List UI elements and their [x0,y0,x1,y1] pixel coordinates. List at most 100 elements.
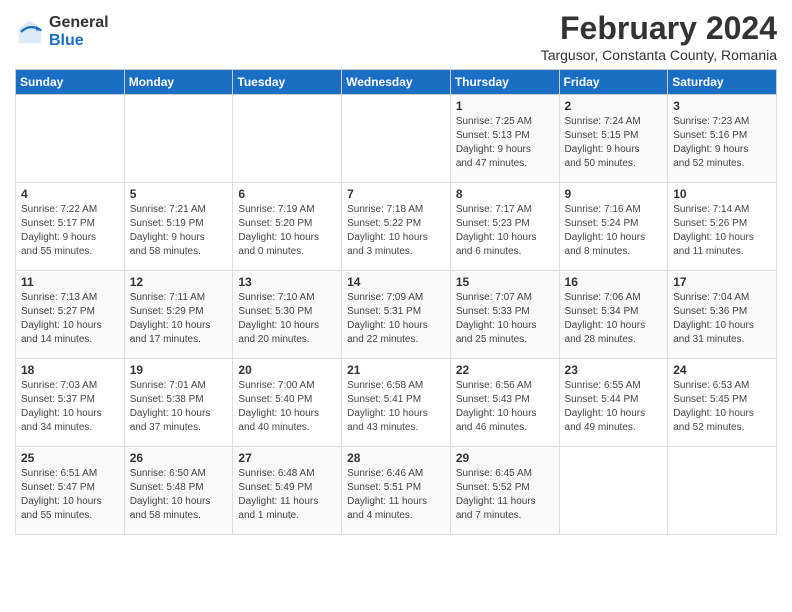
day-number: 29 [456,451,554,465]
day-info: Sunrise: 6:50 AM Sunset: 5:48 PM Dayligh… [130,467,228,523]
day-info: Sunrise: 6:53 AM Sunset: 5:45 PM Dayligh… [673,379,771,435]
logo-general-text: General [49,14,109,32]
day-number: 10 [673,187,771,201]
day-info: Sunrise: 7:00 AM Sunset: 5:40 PM Dayligh… [238,379,336,435]
calendar-cell: 3 Sunrise: 7:23 AM Sunset: 5:16 PM Daylig… [668,95,777,183]
day-number: 17 [673,275,771,289]
day-info: Sunrise: 7:21 AM Sunset: 5:19 PM Dayligh… [130,203,228,259]
day-number: 12 [130,275,228,289]
day-number: 3 [673,99,771,113]
day-info: Sunrise: 7:04 AM Sunset: 5:36 PM Dayligh… [673,291,771,347]
day-info: Sunrise: 6:58 AM Sunset: 5:41 PM Dayligh… [347,379,445,435]
calendar-cell [233,95,342,183]
calendar-cell: 28 Sunrise: 6:46 AM Sunset: 5:51 PM Dayli… [342,447,451,535]
day-number: 26 [130,451,228,465]
calendar-table: SundayMondayTuesdayWednesdayThursdayFrid… [15,69,777,535]
calendar-cell [668,447,777,535]
day-number: 7 [347,187,445,201]
day-number: 16 [565,275,663,289]
header-day-tuesday: Tuesday [233,70,342,95]
day-number: 13 [238,275,336,289]
day-number: 8 [456,187,554,201]
calendar-cell: 25 Sunrise: 6:51 AM Sunset: 5:47 PM Dayli… [16,447,125,535]
calendar-cell: 14Sunrise: 7:09 AM Sunset: 5:31 PM Dayli… [342,271,451,359]
header-row: SundayMondayTuesdayWednesdayThursdayFrid… [16,70,777,95]
day-info: Sunrise: 7:13 AM Sunset: 5:27 PM Dayligh… [21,291,119,347]
week-row-4: 18 Sunrise: 7:03 AM Sunset: 5:37 PM Dayli… [16,359,777,447]
day-number: 11 [21,275,119,289]
logo-text: General Blue [49,14,109,49]
day-info: Sunrise: 6:46 AM Sunset: 5:51 PM Dayligh… [347,467,445,523]
day-number: 22 [456,363,554,377]
day-info: Sunrise: 7:23 AM Sunset: 5:16 PM Dayligh… [673,115,771,171]
calendar-cell: 27 Sunrise: 6:48 AM Sunset: 5:49 PM Dayli… [233,447,342,535]
calendar-cell: 11 Sunrise: 7:13 AM Sunset: 5:27 PM Dayli… [16,271,125,359]
location-text: Targusor, Constanta County, Romania [541,47,777,63]
calendar-cell: 12 Sunrise: 7:11 AM Sunset: 5:29 PM Dayli… [124,271,233,359]
header-day-friday: Friday [559,70,668,95]
day-info: Sunrise: 7:14 AM Sunset: 5:26 PM Dayligh… [673,203,771,259]
day-info: Sunrise: 7:19 AM Sunset: 5:20 PM Dayligh… [238,203,336,259]
day-info: Sunrise: 6:45 AM Sunset: 5:52 PM Dayligh… [456,467,554,523]
header-day-monday: Monday [124,70,233,95]
logo-icon [15,17,45,47]
day-number: 15 [456,275,554,289]
day-info: Sunrise: 6:55 AM Sunset: 5:44 PM Dayligh… [565,379,663,435]
calendar-cell: 20 Sunrise: 7:00 AM Sunset: 5:40 PM Dayli… [233,359,342,447]
header-day-wednesday: Wednesday [342,70,451,95]
logo-blue-text: Blue [49,32,109,50]
day-info: Sunrise: 7:25 AM Sunset: 5:13 PM Dayligh… [456,115,554,171]
day-info: Sunrise: 6:48 AM Sunset: 5:49 PM Dayligh… [238,467,336,523]
day-info: Sunrise: 7:24 AM Sunset: 5:15 PM Dayligh… [565,115,663,171]
day-info: Sunrise: 6:51 AM Sunset: 5:47 PM Dayligh… [21,467,119,523]
day-info: Sunrise: 7:22 AM Sunset: 5:17 PM Dayligh… [21,203,119,259]
day-info: Sunrise: 7:11 AM Sunset: 5:29 PM Dayligh… [130,291,228,347]
day-number: 18 [21,363,119,377]
calendar-cell: 6 Sunrise: 7:19 AM Sunset: 5:20 PM Daylig… [233,183,342,271]
day-number: 28 [347,451,445,465]
day-info: Sunrise: 6:56 AM Sunset: 5:43 PM Dayligh… [456,379,554,435]
day-info: Sunrise: 7:16 AM Sunset: 5:24 PM Dayligh… [565,203,663,259]
header-day-saturday: Saturday [668,70,777,95]
day-number: 24 [673,363,771,377]
day-number: 25 [21,451,119,465]
week-row-5: 25 Sunrise: 6:51 AM Sunset: 5:47 PM Dayli… [16,447,777,535]
calendar-cell: 13 Sunrise: 7:10 AM Sunset: 5:30 PM Dayli… [233,271,342,359]
page-header: General Blue February 2024 Targusor, Con… [15,10,777,63]
calendar-cell: 15 Sunrise: 7:07 AM Sunset: 5:33 PM Dayli… [450,271,559,359]
calendar-cell: 19 Sunrise: 7:01 AM Sunset: 5:38 PM Dayli… [124,359,233,447]
calendar-cell: 10 Sunrise: 7:14 AM Sunset: 5:26 PM Dayli… [668,183,777,271]
calendar-cell [124,95,233,183]
day-number: 23 [565,363,663,377]
calendar-cell: 26 Sunrise: 6:50 AM Sunset: 5:48 PM Dayli… [124,447,233,535]
day-number: 14 [347,275,445,289]
day-info: Sunrise: 7:10 AM Sunset: 5:30 PM Dayligh… [238,291,336,347]
day-number: 9 [565,187,663,201]
day-info: Sunrise: 7:01 AM Sunset: 5:38 PM Dayligh… [130,379,228,435]
calendar-cell: 2 Sunrise: 7:24 AM Sunset: 5:15 PM Daylig… [559,95,668,183]
day-number: 19 [130,363,228,377]
day-number: 4 [21,187,119,201]
header-day-thursday: Thursday [450,70,559,95]
calendar-cell: 17 Sunrise: 7:04 AM Sunset: 5:36 PM Dayli… [668,271,777,359]
day-number: 20 [238,363,336,377]
calendar-cell: 22 Sunrise: 6:56 AM Sunset: 5:43 PM Dayli… [450,359,559,447]
day-number: 21 [347,363,445,377]
calendar-cell: 21 Sunrise: 6:58 AM Sunset: 5:41 PM Dayli… [342,359,451,447]
week-row-1: 1 Sunrise: 7:25 AM Sunset: 5:13 PM Daylig… [16,95,777,183]
calendar-cell: 18 Sunrise: 7:03 AM Sunset: 5:37 PM Dayli… [16,359,125,447]
day-number: 27 [238,451,336,465]
day-number: 2 [565,99,663,113]
logo: General Blue [15,14,109,49]
day-info: Sunrise: 7:03 AM Sunset: 5:37 PM Dayligh… [21,379,119,435]
calendar-cell: 5Sunrise: 7:21 AM Sunset: 5:19 PM Daylig… [124,183,233,271]
calendar-cell: 9 Sunrise: 7:16 AM Sunset: 5:24 PM Daylig… [559,183,668,271]
day-number: 6 [238,187,336,201]
day-info: Sunrise: 7:18 AM Sunset: 5:22 PM Dayligh… [347,203,445,259]
day-info: Sunrise: 7:07 AM Sunset: 5:33 PM Dayligh… [456,291,554,347]
day-number: 1 [456,99,554,113]
calendar-cell [16,95,125,183]
week-row-3: 11 Sunrise: 7:13 AM Sunset: 5:27 PM Dayli… [16,271,777,359]
calendar-cell [559,447,668,535]
calendar-cell: 8Sunrise: 7:17 AM Sunset: 5:23 PM Daylig… [450,183,559,271]
